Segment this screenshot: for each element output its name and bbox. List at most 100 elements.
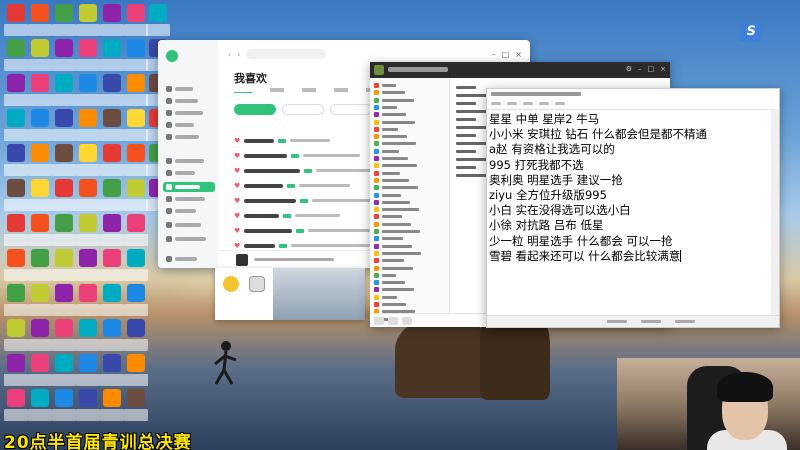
heart-icon[interactable]: ♥ — [234, 242, 240, 250]
forward-icon[interactable]: › — [237, 50, 240, 59]
desktop-shortcut-icon[interactable] — [52, 109, 76, 143]
desktop-shortcut-icon[interactable] — [124, 319, 148, 353]
settings-icon[interactable]: ⚙ — [626, 65, 632, 73]
desktop-shortcut-icon[interactable] — [52, 319, 76, 353]
desktop-shortcut-icon[interactable] — [4, 249, 28, 283]
desktop-shortcut-icon[interactable] — [4, 214, 28, 248]
desktop-shortcut-icon[interactable] — [28, 319, 52, 353]
desktop-shortcut-icon[interactable] — [28, 144, 52, 178]
desktop-shortcut-icon[interactable] — [100, 249, 124, 283]
member-row[interactable] — [374, 206, 419, 213]
desktop-shortcut-icon[interactable] — [124, 284, 148, 318]
avatar[interactable] — [374, 65, 384, 75]
member-row[interactable] — [374, 170, 400, 177]
desktop-shortcut-icon[interactable] — [76, 284, 100, 318]
member-row[interactable] — [374, 119, 415, 126]
desktop-shortcut-icon[interactable] — [52, 214, 76, 248]
desktop-shortcut-icon[interactable] — [52, 179, 76, 213]
desktop-shortcut-icon[interactable] — [76, 249, 100, 283]
notepad-scrollbar[interactable] — [771, 109, 779, 315]
desktop-shortcut-icon[interactable] — [76, 319, 100, 353]
desktop-shortcut-icon[interactable] — [76, 214, 100, 248]
desktop-shortcut-icon[interactable] — [100, 144, 124, 178]
desktop-shortcut-icon[interactable] — [4, 319, 28, 353]
desktop-shortcut-s-icon[interactable]: S — [738, 22, 764, 42]
sidebar-item[interactable] — [166, 120, 216, 130]
emoji-icon[interactable] — [374, 316, 384, 325]
desktop-shortcut-icon[interactable] — [100, 179, 124, 213]
desktop-shortcut-icon[interactable] — [100, 109, 124, 143]
tab-albums[interactable] — [270, 88, 284, 92]
desktop-shortcut-icon[interactable] — [4, 284, 28, 318]
play-all-button[interactable] — [234, 104, 276, 115]
member-row[interactable] — [374, 294, 397, 301]
desktop-shortcut-icon[interactable] — [52, 39, 76, 73]
member-row[interactable] — [374, 257, 404, 264]
desktop-shortcut-icon[interactable] — [76, 74, 100, 108]
menu-view[interactable] — [539, 102, 549, 105]
music-app-icon[interactable] — [223, 276, 239, 292]
desktop-shortcut-icon[interactable] — [28, 4, 52, 38]
sidebar-item[interactable] — [166, 96, 216, 106]
desktop-shortcut-icon[interactable] — [76, 179, 100, 213]
member-row[interactable] — [374, 184, 418, 191]
desktop-shortcut-icon[interactable] — [124, 354, 148, 388]
desktop-shortcut-icon[interactable] — [124, 74, 148, 108]
desktop-shortcut-icon[interactable] — [76, 144, 100, 178]
sidebar-item[interactable] — [166, 108, 216, 118]
member-row[interactable] — [374, 126, 398, 133]
desktop-shortcut-icon[interactable] — [52, 4, 76, 38]
member-row[interactable] — [374, 213, 402, 220]
desktop-shortcut-icon[interactable] — [124, 144, 148, 178]
desktop-shortcut-icon[interactable] — [28, 354, 52, 388]
member-row[interactable] — [374, 199, 410, 206]
desktop-shortcut-icon[interactable] — [28, 249, 52, 283]
desktop-shortcut-icon[interactable] — [124, 179, 148, 213]
desktop-shortcut-icon[interactable] — [4, 389, 28, 423]
maximize-icon[interactable]: □ — [502, 50, 510, 59]
member-row[interactable] — [374, 272, 396, 279]
desktop-shortcut-icon[interactable] — [52, 284, 76, 318]
heart-icon[interactable]: ♥ — [234, 227, 240, 235]
desktop-shortcut-icon[interactable] — [28, 39, 52, 73]
menu-file[interactable] — [491, 102, 501, 105]
member-row[interactable] — [374, 82, 396, 89]
sidebar-item[interactable] — [166, 156, 216, 166]
sidebar-item[interactable] — [166, 254, 216, 264]
member-row[interactable] — [374, 235, 403, 242]
member-row[interactable] — [374, 243, 412, 250]
member-row[interactable] — [374, 162, 417, 169]
music-search-input[interactable] — [246, 49, 327, 59]
desktop-shortcut-icon[interactable] — [52, 389, 76, 423]
sidebar-item[interactable] — [166, 194, 216, 204]
sidebar-item[interactable] — [166, 206, 216, 216]
heart-icon[interactable]: ♥ — [234, 137, 240, 145]
member-row[interactable] — [374, 111, 406, 118]
desktop-shortcut-icon[interactable] — [76, 389, 100, 423]
desktop-shortcut-icon[interactable] — [124, 109, 148, 143]
desktop-shortcut-icon[interactable] — [124, 389, 148, 423]
desktop-shortcut-icon[interactable] — [28, 214, 52, 248]
desktop-shortcut-icon[interactable] — [4, 39, 28, 73]
desktop-shortcut-icon[interactable] — [4, 179, 28, 213]
member-row[interactable] — [374, 155, 408, 162]
member-row[interactable] — [374, 301, 406, 308]
desktop-shortcut-icon[interactable] — [4, 354, 28, 388]
sidebar-item[interactable] — [166, 234, 216, 244]
desktop-shortcut-icon[interactable] — [100, 4, 124, 38]
heart-icon[interactable]: ♥ — [234, 152, 240, 160]
member-row[interactable] — [374, 192, 401, 199]
tab-playlists[interactable] — [302, 88, 316, 92]
desktop-shortcut-icon[interactable] — [76, 354, 100, 388]
desktop-shortcut-icon[interactable] — [76, 39, 100, 73]
desktop-shortcut-icon[interactable] — [76, 109, 100, 143]
desktop-shortcut-icon[interactable] — [124, 39, 148, 73]
batch-button[interactable] — [330, 104, 372, 115]
desktop-shortcut-icon[interactable] — [4, 109, 28, 143]
member-row[interactable] — [374, 104, 397, 111]
tab-songs[interactable] — [234, 88, 252, 93]
desktop-shortcut-icon[interactable] — [76, 4, 100, 38]
desktop-shortcut-icon[interactable] — [124, 4, 148, 38]
desktop-shortcut-icon[interactable] — [100, 39, 124, 73]
member-row[interactable] — [374, 140, 416, 147]
